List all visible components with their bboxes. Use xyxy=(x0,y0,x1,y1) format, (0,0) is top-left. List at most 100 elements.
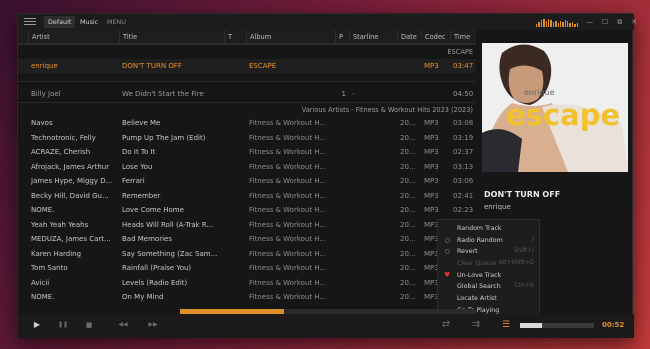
column-artist[interactable]: Artist xyxy=(28,30,120,44)
context-menu-item[interactable]: Revert Shift+/ xyxy=(438,246,539,258)
cell-artist: MEDUZA, James Cart... xyxy=(31,235,111,243)
cell-time: 03:06 xyxy=(453,177,474,185)
context-menu-item[interactable]: Random Track xyxy=(438,223,539,235)
maximize-icon[interactable]: ☐ xyxy=(602,16,608,28)
restore-icon[interactable]: ⧉ xyxy=(617,16,622,28)
table-row[interactable]: Navos Believe Me Fitness & Workout H... 202… xyxy=(18,116,476,131)
shuffle-icon[interactable]: ⇉ xyxy=(468,318,484,332)
repeat-icon[interactable]: ⇄ xyxy=(438,318,454,332)
cell-album: Fitness & Workout H... xyxy=(249,293,327,301)
cell-artist: James Hype, Miggy D... xyxy=(31,177,113,185)
table-row[interactable]: Technotronic, Felly Pump Up The Jam (Edit… xyxy=(18,131,476,146)
column-time[interactable]: Time xyxy=(450,30,476,44)
close-icon[interactable]: ✕ xyxy=(631,16,637,28)
radio-icon xyxy=(445,237,450,243)
cell-time: 03:13 xyxy=(453,162,474,171)
now-playing-title: DON'T TURN OFF xyxy=(484,190,561,199)
playlist-table: Artist Title T Album P Starline Date Cod… xyxy=(18,30,476,306)
cell-title: On My Mind xyxy=(122,293,164,301)
cell-album: Fitness & Workout H... xyxy=(249,278,327,287)
tab-default[interactable]: Default xyxy=(44,16,76,28)
cell-title: Say Something (Zac Sam... xyxy=(122,249,218,258)
visualizer-bar xyxy=(540,20,543,27)
album-group-header[interactable]: Various Artists - Fitness & Workout Hits… xyxy=(18,101,476,117)
cell-title: Love Come Home xyxy=(122,206,184,214)
cell-date: 202... xyxy=(400,293,420,301)
cell-artist: Yeah Yeah Yeahs xyxy=(31,220,89,229)
stop-icon[interactable]: ■ xyxy=(82,318,96,332)
visualizer-bar xyxy=(571,22,574,27)
column-track[interactable]: T xyxy=(224,30,246,44)
cell-artist: NOME. xyxy=(31,293,55,301)
cell-title: Pump Up The Jam (Edit) xyxy=(122,133,206,142)
playback-controls: ▶ ❚❚ ■ ◀◀ ▶▶ ⇄ ⇉ ☰ 00:52 xyxy=(18,314,634,338)
play-icon[interactable]: ▶ xyxy=(30,318,44,332)
table-row[interactable]: ACRAZE, Cherish Do It To It Fitness & Work… xyxy=(18,145,476,160)
cell-artist: Billy Joel xyxy=(31,90,61,98)
tab-music[interactable]: Music xyxy=(76,16,102,28)
hamburger-menu-icon[interactable] xyxy=(24,18,36,26)
table-row[interactable]: NOME. Love Come Home Fitness & Workout H..… xyxy=(18,203,476,218)
visualizer-bar xyxy=(557,23,559,27)
cell-title: Believe Me xyxy=(122,119,161,127)
cell-album: Fitness & Workout H... xyxy=(249,119,327,127)
table-row[interactable]: James Hype, Miggy D... Ferrari Fitness & W… xyxy=(18,174,476,189)
column-starline[interactable]: Starline xyxy=(349,30,397,44)
cell-codec: MP3 xyxy=(424,148,439,156)
now-playing-artist[interactable]: enrique xyxy=(484,203,511,211)
cell-codec: MP3 xyxy=(424,177,439,185)
visualizer-bar xyxy=(538,22,540,27)
context-menu-item[interactable]: Global Search Ctrl+G xyxy=(438,281,539,293)
column-album[interactable]: Album xyxy=(246,30,335,44)
cell-artist: Navos xyxy=(31,119,53,127)
column-title[interactable]: Title xyxy=(119,30,224,44)
cell-title: Heads Will Roll (A-Trak R... xyxy=(122,220,214,229)
title-bar: Default Music MENU — ☐ ⧉ ✕ xyxy=(18,14,637,30)
table-row-playing[interactable]: enrique DON'T TURN OFF ESCAPE MP3 03:47 xyxy=(18,58,476,73)
cell-codec: MP3 xyxy=(424,119,439,127)
context-menu: Random Track Radio Random / Revert Shift+/ Cl… xyxy=(437,219,540,323)
cell-date: 202... xyxy=(400,119,420,127)
album-art: enrique escape xyxy=(482,43,628,172)
next-icon[interactable]: ▶▶ xyxy=(144,318,162,332)
menu-button[interactable]: MENU xyxy=(107,16,126,28)
cell-date: 202... xyxy=(400,133,420,142)
cell-artist: Tom Santo xyxy=(31,264,68,272)
visualizer-bar xyxy=(564,20,567,27)
cell-title: Ferrari xyxy=(122,177,145,185)
table-row[interactable]: NOME. On My Mind Fitness & Workout H... 202… xyxy=(18,290,476,305)
minimize-icon[interactable]: — xyxy=(586,16,593,28)
cell-album: Fitness & Workout H... xyxy=(249,133,327,142)
table-row[interactable]: Billy Joel We Didn't Start the Fire 1 · … xyxy=(18,87,476,102)
previous-icon[interactable]: ◀◀ xyxy=(114,318,132,332)
cell-date: 202... xyxy=(400,249,420,258)
cell-title: Levels (Radio Edit) xyxy=(122,278,188,287)
context-menu-item[interactable]: ♥ Un-Love Track xyxy=(438,270,539,282)
table-row[interactable]: Karen Harding Say Something (Zac Sam... Fi… xyxy=(18,247,476,262)
cell-album: Fitness & Workout H... xyxy=(249,162,327,171)
table-row[interactable]: MEDUZA, James Cart... Bad Memories Fitness… xyxy=(18,232,476,247)
pause-icon[interactable]: ❚❚ xyxy=(56,318,70,332)
cell-time: 03:08 xyxy=(453,119,474,127)
table-row[interactable]: Tom Santo Rainfall (Praise You) Fitness & … xyxy=(18,261,476,276)
group-title: ESCAPE xyxy=(447,48,473,56)
cell-codec: MP3 xyxy=(424,162,439,171)
visualizer-bar xyxy=(567,21,569,27)
cell-title: Do It To It xyxy=(122,148,156,156)
context-menu-label: Revert xyxy=(457,248,478,256)
cell-date: 202... xyxy=(400,191,420,200)
context-menu-item[interactable]: Locate Artist xyxy=(438,293,539,305)
table-row[interactable]: Afrojack, James Arthur Lose You Fitness & … xyxy=(18,160,476,175)
cell-title: Remember xyxy=(122,191,161,200)
table-row[interactable]: Avicii Levels (Radio Edit) Fitness & Worko… xyxy=(18,276,476,291)
table-row[interactable]: Becky Hill, David Gu... Remember Fitness &… xyxy=(18,189,476,204)
album-group-header[interactable]: ESCAPE xyxy=(18,44,476,59)
queue-menu-icon[interactable]: ☰ xyxy=(498,318,514,332)
cell-time: 02:41 xyxy=(453,191,474,200)
column-date[interactable]: Date xyxy=(397,30,421,44)
context-menu-item[interactable]: Radio Random / xyxy=(438,235,539,247)
column-codec[interactable]: Codec xyxy=(421,30,450,44)
volume-slider[interactable] xyxy=(520,323,594,328)
column-playcount[interactable]: P xyxy=(335,30,349,44)
table-row[interactable]: Yeah Yeah Yeahs Heads Will Roll (A-Trak R… xyxy=(18,218,476,233)
